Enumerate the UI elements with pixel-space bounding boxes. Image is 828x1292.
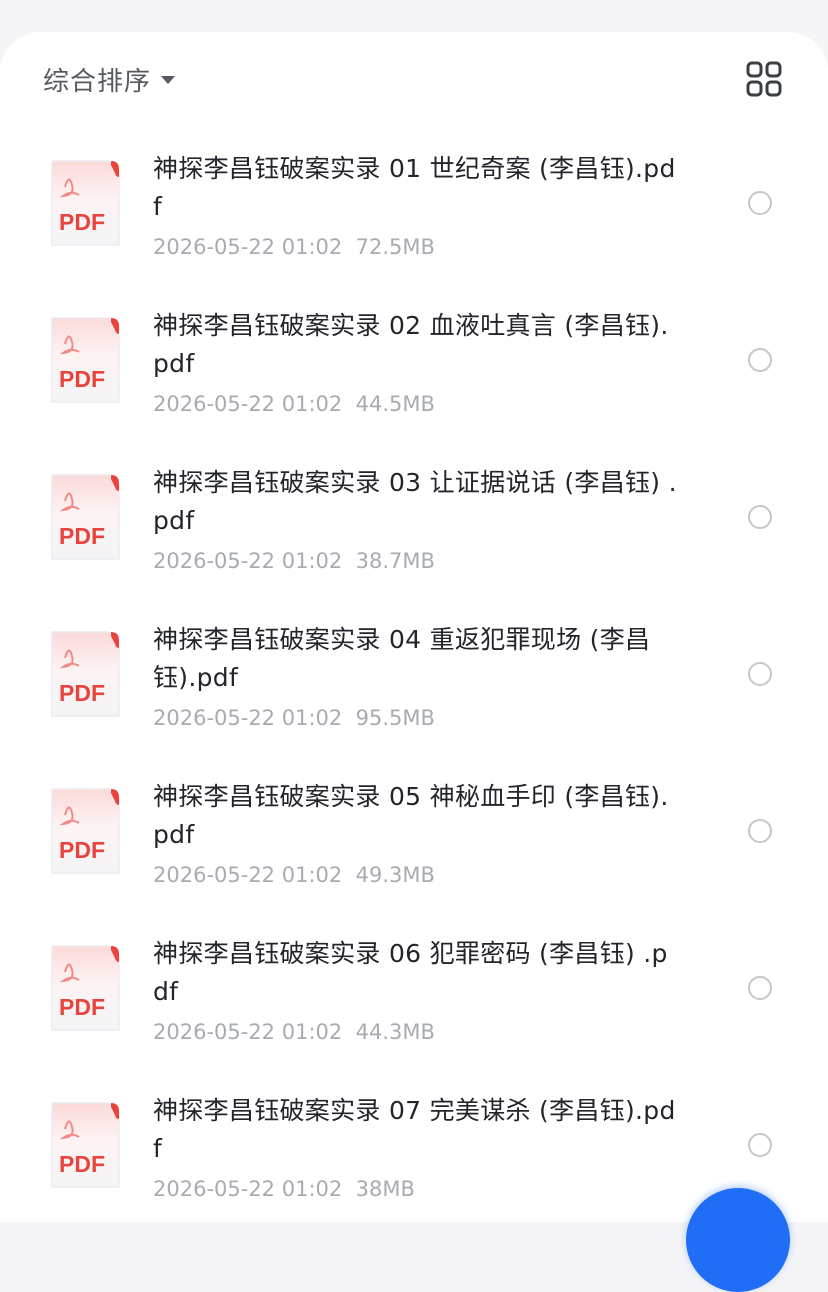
- file-list-panel: 综合排序 PDF 神探李昌钰破案实录 01 世纪奇案 (李昌钰).pdf 202…: [0, 32, 828, 1222]
- pdf-file-icon: PDF: [51, 945, 120, 1031]
- select-radio[interactable]: [748, 819, 772, 843]
- file-name: 神探李昌钰破案实录 05 神秘血手印 (李昌钰).pdf: [153, 782, 669, 849]
- file-date: 2026-05-22 01:02: [153, 706, 343, 730]
- svg-text:PDF: PDF: [59, 994, 105, 1020]
- file-size: 38.7MB: [355, 549, 435, 573]
- file-row[interactable]: PDF 神探李昌钰破案实录 03 让证据说话 (李昌钰) .pdf 2026-0…: [0, 442, 828, 599]
- file-date: 2026-05-22 01:02: [153, 1177, 343, 1201]
- file-meta: 2026-05-22 01:02 38.7MB: [153, 546, 435, 576]
- select-radio[interactable]: [748, 191, 772, 215]
- file-size: 44.3MB: [355, 1020, 435, 1044]
- file-name: 神探李昌钰破案实录 06 犯罪密码 (李昌钰) .pdf: [153, 939, 668, 1006]
- file-meta: 2026-05-22 01:02 95.5MB: [153, 703, 435, 733]
- grid-view-icon: [746, 61, 782, 97]
- file-name: 神探李昌钰破案实录 02 血液吐真言 (李昌钰).pdf: [153, 311, 669, 378]
- svg-text:PDF: PDF: [59, 209, 105, 235]
- file-meta: 2026-05-22 01:02 44.5MB: [153, 389, 435, 419]
- file-row[interactable]: PDF 神探李昌钰破案实录 06 犯罪密码 (李昌钰) .pdf 2026-05…: [0, 913, 828, 1070]
- select-radio[interactable]: [748, 1133, 772, 1157]
- file-name: 神探李昌钰破案实录 07 完美谋杀 (李昌钰).pdf: [153, 1096, 676, 1163]
- toolbar: 综合排序: [0, 32, 828, 128]
- file-date: 2026-05-22 01:02: [153, 1020, 343, 1044]
- file-row[interactable]: PDF 神探李昌钰破案实录 04 重返犯罪现场 (李昌钰).pdf 2026-0…: [0, 599, 828, 756]
- file-meta: 2026-05-22 01:02 72.5MB: [153, 232, 435, 262]
- file-date: 2026-05-22 01:02: [153, 549, 343, 573]
- file-size: 95.5MB: [355, 706, 435, 730]
- file-row[interactable]: PDF 神探李昌钰破案实录 02 血液吐真言 (李昌钰).pdf 2026-05…: [0, 285, 828, 442]
- file-name: 神探李昌钰破案实录 03 让证据说话 (李昌钰) .pdf: [153, 468, 677, 535]
- file-name: 神探李昌钰破案实录 01 世纪奇案 (李昌钰).pdf: [153, 154, 676, 221]
- sort-label: 综合排序: [43, 66, 152, 97]
- file-date: 2026-05-22 01:02: [153, 235, 343, 259]
- file-size: 38MB: [355, 1177, 415, 1201]
- file-meta: 2026-05-22 01:02 38MB: [153, 1174, 415, 1204]
- grid-view-button[interactable]: [745, 60, 783, 98]
- svg-text:PDF: PDF: [59, 680, 105, 706]
- select-radio[interactable]: [748, 662, 772, 686]
- file-name: 神探李昌钰破案实录 04 重返犯罪现场 (李昌钰).pdf: [153, 625, 651, 692]
- file-size: 49.3MB: [355, 863, 435, 887]
- pdf-file-icon: PDF: [51, 317, 120, 403]
- file-date: 2026-05-22 01:02: [153, 392, 343, 416]
- pdf-file-icon: PDF: [51, 1102, 120, 1188]
- pdf-file-icon: PDF: [51, 160, 120, 246]
- svg-text:PDF: PDF: [59, 523, 105, 549]
- file-meta: 2026-05-22 01:02 49.3MB: [153, 860, 435, 890]
- svg-text:PDF: PDF: [59, 837, 105, 863]
- file-date: 2026-05-22 01:02: [153, 863, 343, 887]
- caret-down-icon: [161, 76, 176, 84]
- sort-dropdown[interactable]: 综合排序: [43, 61, 176, 97]
- pdf-file-icon: PDF: [51, 474, 120, 560]
- select-radio[interactable]: [748, 505, 772, 529]
- file-meta: 2026-05-22 01:02 44.3MB: [153, 1017, 435, 1047]
- floating-action-button[interactable]: [686, 1188, 790, 1292]
- file-list: PDF 神探李昌钰破案实录 01 世纪奇案 (李昌钰).pdf 2026-05-…: [0, 128, 828, 1222]
- file-size: 44.5MB: [355, 392, 435, 416]
- file-row[interactable]: PDF 神探李昌钰破案实录 05 神秘血手印 (李昌钰).pdf 2026-05…: [0, 756, 828, 913]
- select-radio[interactable]: [748, 348, 772, 372]
- pdf-file-icon: PDF: [51, 788, 120, 874]
- svg-text:PDF: PDF: [59, 366, 105, 392]
- svg-text:PDF: PDF: [59, 1151, 105, 1177]
- file-size: 72.5MB: [355, 235, 435, 259]
- select-radio[interactable]: [748, 976, 772, 1000]
- pdf-file-icon: PDF: [51, 631, 120, 717]
- file-row[interactable]: PDF 神探李昌钰破案实录 01 世纪奇案 (李昌钰).pdf 2026-05-…: [0, 128, 828, 285]
